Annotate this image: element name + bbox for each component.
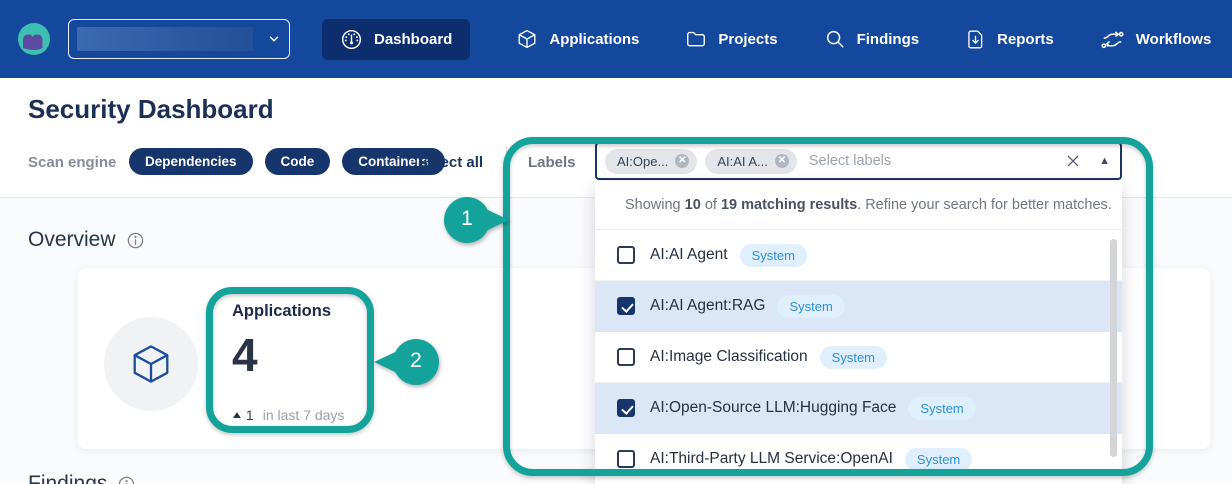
checkbox[interactable] xyxy=(617,348,635,366)
labels-multiselect-input[interactable]: AI:Ope... ✕ AI:AI A... ✕ Select labels ▲ xyxy=(595,142,1122,180)
label-option-row[interactable]: AI:AI Agent:RAG System xyxy=(595,281,1122,332)
nav-item-dashboard[interactable]: Dashboard xyxy=(322,19,470,60)
delta-up-icon: ▲ xyxy=(230,410,243,421)
labels-dropdown-panel: Showing 10 of 19 matching results. Refin… xyxy=(595,181,1122,484)
option-label: AI:Open-Source LLM:Hugging Face xyxy=(650,399,896,417)
filter-divider xyxy=(506,147,507,178)
option-label: AI:Third-Party LLM Service:OpenAI xyxy=(650,450,893,468)
label-option-row[interactable]: AI:Image Classification System xyxy=(595,332,1122,383)
nav-item-findings[interactable]: Findings xyxy=(824,28,920,50)
labels-placeholder: Select labels xyxy=(809,153,1065,169)
info-icon[interactable] xyxy=(117,475,136,484)
cube-icon xyxy=(516,28,538,50)
system-badge: System xyxy=(820,346,887,369)
nav-label: Projects xyxy=(718,31,777,48)
search-icon xyxy=(824,28,846,50)
option-label: AI:AI Agent xyxy=(650,246,728,264)
app-window: Dashboard Applications Projects xyxy=(0,0,1232,484)
kpi-title: Applications xyxy=(232,302,331,321)
organization-selector[interactable] xyxy=(68,19,290,59)
chip-text: AI:Ope... xyxy=(617,154,668,169)
system-badge: System xyxy=(908,397,975,420)
findings-heading-text: Findings xyxy=(28,472,107,484)
page-title: Security Dashboard xyxy=(28,94,274,125)
clear-selection-icon[interactable] xyxy=(1065,153,1081,169)
overview-heading-text: Overview xyxy=(28,228,116,252)
nav-item-workflows[interactable]: Workflows xyxy=(1100,27,1212,52)
report-download-icon xyxy=(965,29,986,50)
checkbox[interactable] xyxy=(617,297,635,315)
system-badge: System xyxy=(777,295,844,318)
chevron-down-icon xyxy=(267,32,281,46)
nav-label: Findings xyxy=(857,31,920,48)
chip-remove-icon[interactable]: ✕ xyxy=(675,154,689,168)
folder-icon xyxy=(685,28,707,50)
dashboard-gauge-icon xyxy=(340,28,363,51)
select-all-link[interactable]: Select all xyxy=(418,154,483,171)
nav-label: Reports xyxy=(997,31,1054,48)
option-label: AI:Image Classification xyxy=(650,348,808,366)
nav-item-projects[interactable]: Projects xyxy=(685,28,777,50)
system-badge: System xyxy=(740,244,807,267)
label-option-row[interactable]: AI:AI Agent System xyxy=(595,230,1122,281)
label-option-row[interactable]: AI:Open-Source LLM:Hugging Face System xyxy=(595,383,1122,434)
mend-logo-icon[interactable] xyxy=(18,23,50,55)
checkbox[interactable] xyxy=(617,450,635,468)
top-navbar: Dashboard Applications Projects xyxy=(0,0,1232,78)
scan-engine-label: Scan engine xyxy=(28,154,116,171)
option-label: AI:AI Agent:RAG xyxy=(650,297,765,315)
kpi-delta: ▲ 1 in last 7 days xyxy=(232,407,344,423)
organization-name-redacted xyxy=(77,27,253,51)
label-chip[interactable]: AI:Ope... ✕ xyxy=(605,149,697,174)
scan-engine-pills: Dependencies Code Containers xyxy=(129,148,445,175)
checkbox[interactable] xyxy=(617,246,635,264)
system-badge: System xyxy=(905,448,972,471)
nav-item-applications[interactable]: Applications xyxy=(516,28,639,50)
engine-pill-code[interactable]: Code xyxy=(265,148,331,175)
delta-value: 1 xyxy=(246,407,254,423)
engine-pill-dependencies[interactable]: Dependencies xyxy=(129,148,253,175)
delta-suffix: in last 7 days xyxy=(263,407,345,423)
nav-item-reports[interactable]: Reports xyxy=(965,29,1054,50)
overview-heading: Overview xyxy=(28,228,145,252)
nav-label: Workflows xyxy=(1136,31,1212,48)
label-option-row[interactable]: AI:Third-Party LLM Service:OpenAI System xyxy=(595,434,1122,484)
cube-icon xyxy=(128,341,174,387)
workflow-icon xyxy=(1100,27,1125,52)
kpi-value: 4 xyxy=(232,328,258,382)
collapse-caret-icon[interactable]: ▲ xyxy=(1099,155,1110,167)
labels-label: Labels xyxy=(528,154,576,171)
label-chip[interactable]: AI:AI A... ✕ xyxy=(705,149,797,174)
chip-text: AI:AI A... xyxy=(717,154,768,169)
applications-kpi-circle xyxy=(104,317,198,411)
nav-label: Dashboard xyxy=(374,31,452,48)
main-navigation: Dashboard Applications Projects xyxy=(322,0,1211,78)
dropdown-results-summary: Showing 10 of 19 matching results. Refin… xyxy=(595,181,1122,230)
scrollbar-thumb[interactable] xyxy=(1110,239,1117,457)
findings-heading: Findings xyxy=(28,472,136,484)
chip-remove-icon[interactable]: ✕ xyxy=(775,154,789,168)
summary-text: Showing 10 of 19 matching results. Refin… xyxy=(625,197,1112,213)
nav-label: Applications xyxy=(549,31,639,48)
info-icon[interactable] xyxy=(126,231,145,250)
checkbox[interactable] xyxy=(617,399,635,417)
